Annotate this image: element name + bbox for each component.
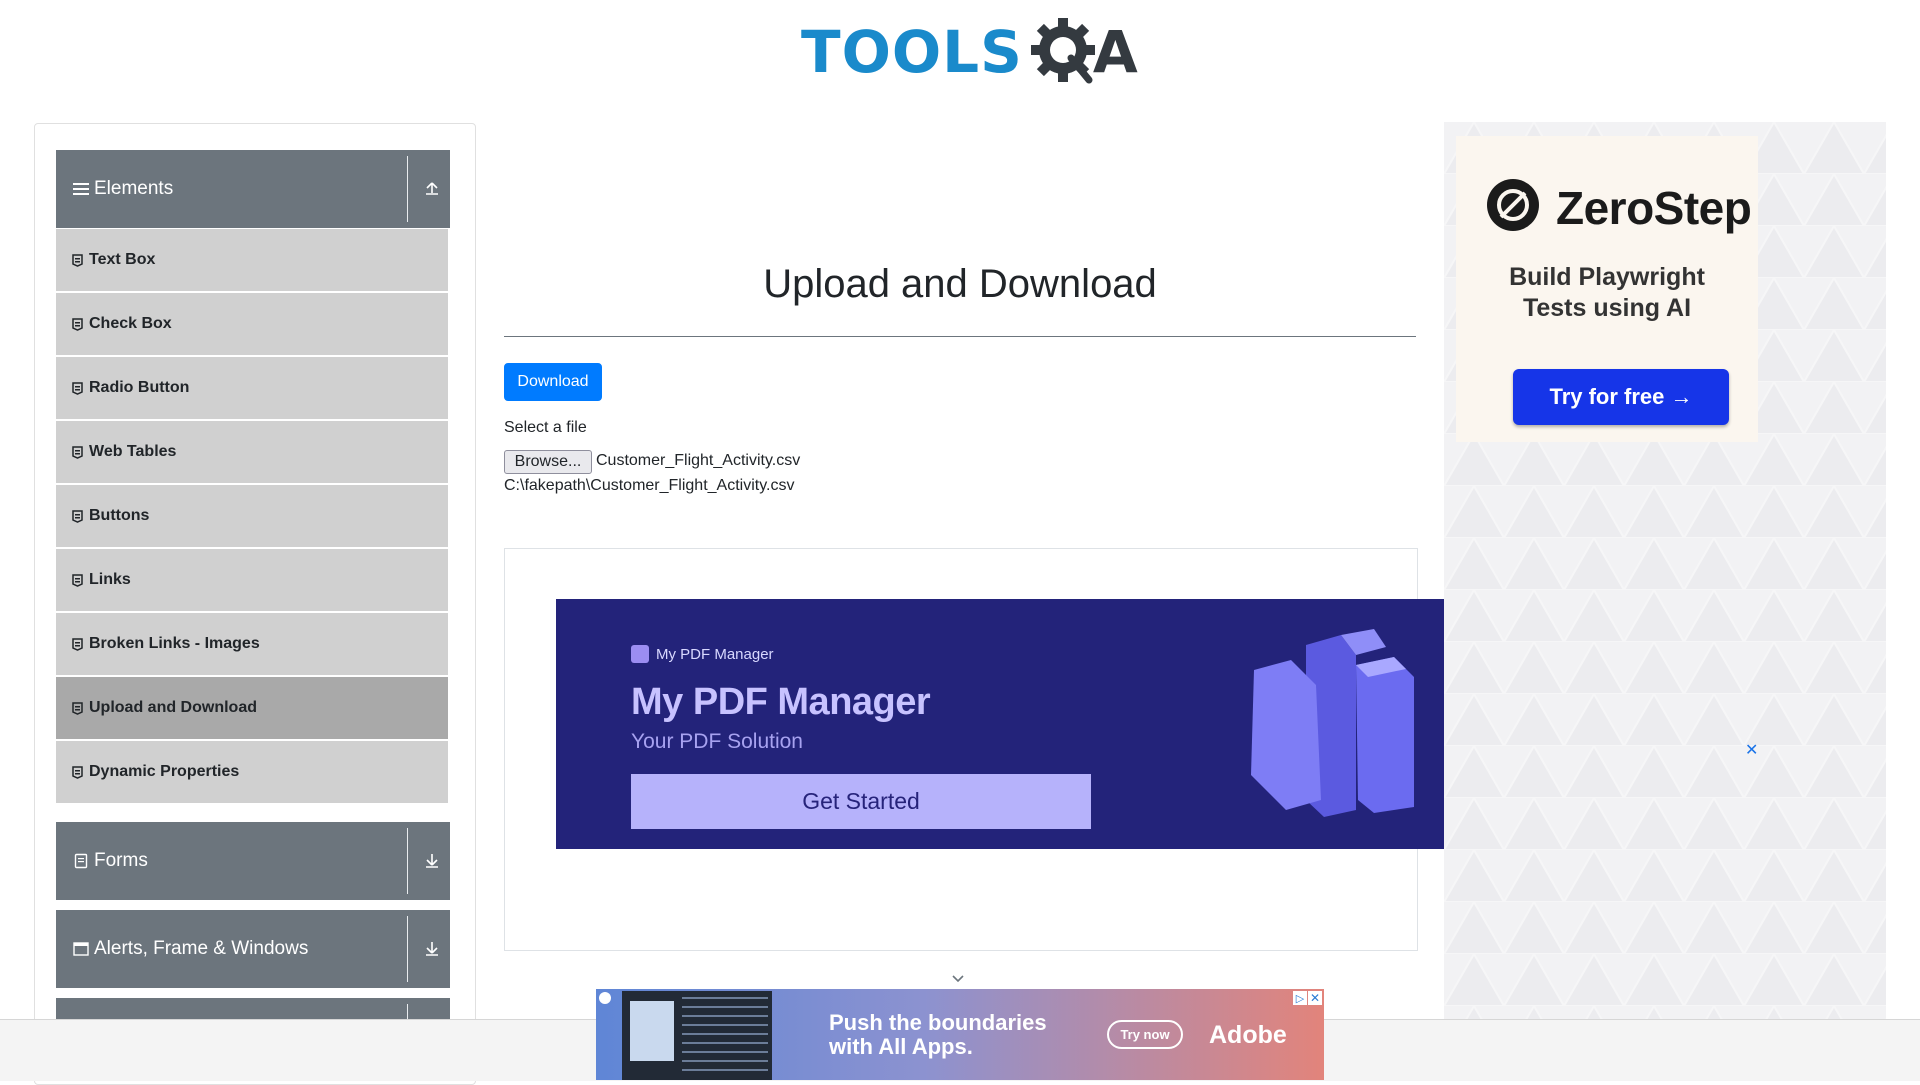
item-icon [71, 573, 83, 587]
selected-file-name: Customer_Flight_Activity.csv [596, 452, 801, 469]
page-title: Upload and Download [763, 262, 1157, 306]
try-now-button[interactable]: Try now [1107, 1020, 1183, 1049]
sidebar-item-label: Upload and Download [89, 699, 257, 716]
item-icon [71, 381, 83, 395]
adchoices-icon[interactable] [599, 992, 611, 1004]
sidebar-item-radio-button[interactable]: Radio Button [56, 357, 448, 421]
toolsqa-logo[interactable]: TOOLS A [801, 14, 1138, 91]
item-icon [71, 701, 83, 715]
upload-arrow-icon[interactable] [421, 177, 443, 199]
try-for-free-button[interactable]: Try for free → [1513, 369, 1729, 425]
sidebar-item-label: Dynamic Properties [89, 763, 240, 780]
sidebar-item-label: Links [89, 571, 131, 588]
sidebar-item-text-box[interactable]: Text Box [56, 229, 448, 293]
group-divider [407, 916, 408, 982]
browse-button[interactable]: Browse... [504, 450, 592, 474]
item-icon [71, 445, 83, 459]
left-panel: Elements Text Box Check Box Radio Button… [34, 123, 476, 1085]
zerostep-ad[interactable]: ZeroStep Build Playwright Tests using AI… [1444, 122, 1886, 1080]
zerostep-logo-icon [1486, 178, 1540, 237]
group-label-alerts: Alerts, Frame & Windows [94, 938, 309, 959]
select-file-label: Select a file [504, 419, 587, 436]
download-button[interactable]: Download [504, 363, 602, 401]
zerostep-tagline: Build Playwright Tests using AI [1456, 262, 1758, 324]
adobe-ad-text: Push the boundaries with All Apps. [829, 1011, 1047, 1059]
adobe-ad-text-line2: with All Apps. [829, 1034, 973, 1059]
pdf-ad-headline: My PDF Manager [631, 681, 931, 723]
item-icon [71, 509, 83, 523]
logo-text-a: A [1092, 18, 1138, 86]
group-label-forms: Forms [94, 850, 148, 871]
zerostep-tagline-line1: Build Playwright [1509, 263, 1705, 291]
ad-screenshot-image [622, 991, 772, 1080]
zerostep-card: ZeroStep Build Playwright Tests using AI… [1456, 136, 1758, 442]
group-header-elements[interactable]: Elements [56, 150, 450, 228]
group-header-alerts-frame-windows[interactable]: Alerts, Frame & Windows [56, 910, 450, 988]
pdf-manager-ad[interactable]: My PDF Manager My PDF Manager Your PDF S… [556, 599, 1445, 849]
download-arrow-icon[interactable] [421, 937, 443, 959]
pdf-logo-icon [631, 645, 649, 663]
title-divider [504, 336, 1416, 337]
adobe-ad-text-line1: Push the boundaries [829, 1010, 1047, 1035]
item-icon [71, 253, 83, 267]
uploaded-file-path: C:\fakepath\Customer_Flight_Activity.csv [504, 477, 795, 494]
zerostep-tagline-line2: Tests using AI [1522, 294, 1692, 322]
ad-info-icon[interactable]: ▷ [1293, 991, 1307, 1005]
download-arrow-icon[interactable] [421, 849, 443, 871]
sidebar-item-label: Web Tables [89, 443, 177, 460]
item-icon [71, 317, 83, 331]
group-label-elements: Elements [94, 178, 174, 199]
sidebar-item-label: Text Box [89, 251, 156, 268]
window-icon [72, 940, 90, 958]
ad-close-icon[interactable]: ✕ [1308, 991, 1322, 1005]
sidebar-item-upload-and-download[interactable]: Upload and Download [56, 677, 448, 741]
pdf-ad-brand-text: My PDF Manager [656, 645, 774, 663]
group-divider [407, 828, 408, 894]
books-illustration-icon [1246, 625, 1436, 830]
zerostep-brand: ZeroStep [1556, 181, 1752, 234]
sidebar-item-label: Check Box [89, 315, 172, 332]
pdf-ad-brand: My PDF Manager [631, 645, 774, 663]
sidebar-item-label: Buttons [89, 507, 150, 524]
zerostep-logo: ZeroStep [1486, 178, 1752, 237]
item-icon [71, 637, 83, 651]
sidebar-item-buttons[interactable]: Buttons [56, 485, 448, 549]
item-icon [71, 765, 83, 779]
chevron-down-icon[interactable] [950, 970, 966, 986]
adobe-brand: Adobe [1209, 1021, 1287, 1049]
group-header-forms[interactable]: Forms [56, 822, 450, 900]
sidebar-item-broken-links[interactable]: Broken Links - Images [56, 613, 448, 677]
gear-icon [1027, 14, 1099, 91]
ad-close-icon[interactable]: ✕ [1745, 740, 1758, 760]
get-started-button[interactable]: Get Started [631, 774, 1091, 829]
sidebar-item-label: Broken Links - Images [89, 635, 260, 652]
sidebar-item-links[interactable]: Links [56, 549, 448, 613]
list-icon [72, 180, 90, 198]
adobe-ad[interactable]: Push the boundaries with All Apps. Try n… [596, 989, 1324, 1080]
ad-screenshot-lines [682, 997, 768, 1077]
sidebar-item-web-tables[interactable]: Web Tables [56, 421, 448, 485]
logo-text-tools: TOOLS [801, 18, 1023, 86]
group-divider [407, 156, 408, 222]
ad-screenshot-preview [630, 1001, 674, 1061]
sidebar-item-dynamic-properties[interactable]: Dynamic Properties [56, 741, 448, 805]
pdf-ad-subheadline: Your PDF Solution [631, 730, 803, 753]
form-icon [72, 852, 90, 870]
sidebar-item-label: Radio Button [89, 379, 190, 396]
sidebar-item-check-box[interactable]: Check Box [56, 293, 448, 357]
